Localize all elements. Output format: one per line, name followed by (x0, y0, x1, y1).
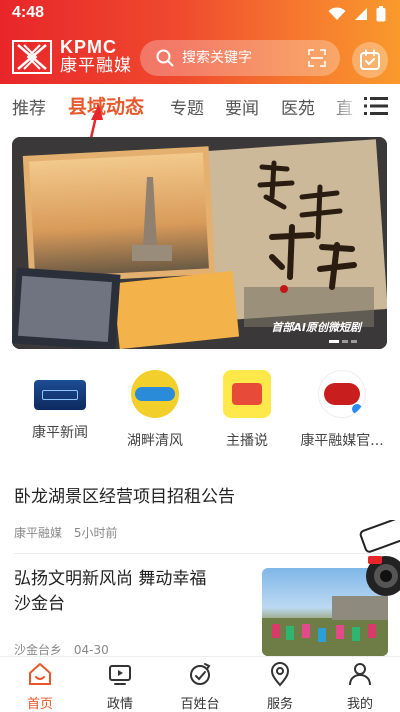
quick-links: 康平新闻 湖畔清风 主播说 康平融媒官... (0, 370, 400, 460)
nav-label: 我的 (346, 697, 373, 712)
quick-link-kangping-media-official[interactable]: 康平融媒官... (292, 370, 392, 450)
featured-banner[interactable]: 首部AI原创微短剧 (12, 137, 387, 349)
news-title-line-2: 沙金台 (14, 594, 65, 614)
signal-icon (355, 8, 367, 20)
kangping-media-official-icon (318, 370, 366, 418)
divider (14, 553, 386, 554)
calendar-button[interactable] (352, 42, 388, 78)
nav-home[interactable]: 首页 (0, 661, 80, 712)
nav-label: 首页 (26, 697, 53, 712)
home-icon (29, 663, 51, 685)
news-title-line-1: 弘扬文明新风尚 舞动幸福 (14, 569, 207, 589)
news-time: 04-30 (73, 643, 109, 657)
kangping-news-icon (34, 380, 86, 410)
lakeside-breeze-icon (131, 370, 179, 418)
status-icons (328, 6, 386, 22)
banner-dot (351, 340, 357, 343)
quick-link-kangping-news[interactable]: 康平新闻 (10, 370, 110, 442)
news-source: 康平融媒 (14, 526, 63, 540)
news-source: 沙金台乡 (14, 643, 63, 657)
channel-tabs: 推荐 县域动态 专题 要闻 医苑 直 (0, 84, 400, 128)
quick-link-label: 康平融媒官... (300, 433, 384, 449)
tab-menu-button[interactable] (364, 96, 388, 116)
logo-chinese: 康平融媒 (60, 56, 132, 76)
tab-medical[interactable]: 医苑 (281, 94, 315, 119)
news-time: 5小时前 (73, 526, 118, 540)
nav-politics[interactable]: 政情 (80, 661, 160, 712)
nav-label: 服务 (266, 697, 293, 712)
tab-fade (330, 84, 360, 128)
status-bar: 4:48 (0, 0, 400, 28)
snap-shot-float-button[interactable] (354, 516, 400, 600)
search-bar[interactable] (140, 40, 340, 76)
search-icon (156, 49, 174, 67)
anchor-says-icon (223, 370, 271, 418)
status-time: 4:48 (12, 4, 45, 21)
logo-mark-icon (12, 39, 52, 74)
quick-link-lakeside-breeze[interactable]: 湖畔清风 (105, 370, 205, 450)
location-icon (270, 662, 290, 687)
nav-profile[interactable]: 我的 (320, 661, 400, 712)
wifi-icon (328, 7, 346, 20)
camera-float-icon (359, 516, 400, 596)
quick-link-anchor-says[interactable]: 主播说 (197, 370, 297, 450)
news-meta: 康平融媒 5小时前 (14, 524, 117, 541)
tab-county-news[interactable]: 县域动态 (68, 92, 144, 119)
kpmc-logo: KPMC 康平融媒 (12, 38, 132, 75)
scan-icon[interactable] (308, 49, 326, 67)
battery-icon (376, 6, 386, 22)
tab-recommend[interactable]: 推荐 (12, 94, 46, 119)
nav-label: 政情 (106, 697, 133, 712)
app-header: 4:48 KPMC 康平融媒 (0, 0, 400, 84)
nav-people[interactable]: 百姓台 (160, 661, 240, 712)
tab-headlines[interactable]: 要闻 (225, 94, 259, 119)
nav-services[interactable]: 服务 (240, 661, 320, 712)
calendar-check-icon (360, 49, 380, 70)
user-icon (349, 663, 371, 686)
bottom-navigation: 首页 政情 百姓台 服务 我的 (0, 656, 400, 712)
people-icon (190, 663, 211, 685)
logo-english: KPMC (60, 37, 117, 57)
calligraphy-title (257, 160, 357, 293)
quick-link-label: 湖畔清风 (127, 433, 183, 449)
news-title: 卧龙湖景区经营项目招租公告 (14, 487, 235, 507)
search-input[interactable] (182, 50, 302, 66)
banner-dot-active (329, 340, 339, 343)
tv-icon (109, 665, 131, 685)
banner-caption: 首部AI原创微短剧 (271, 321, 361, 334)
quick-link-label: 康平新闻 (32, 425, 88, 441)
nav-label: 百姓台 (180, 697, 220, 712)
banner-dot (342, 340, 348, 343)
menu-icon (364, 97, 388, 115)
banner-pagination[interactable] (329, 340, 357, 343)
tab-topics[interactable]: 专题 (170, 94, 204, 119)
quick-link-label: 主播说 (226, 433, 268, 449)
